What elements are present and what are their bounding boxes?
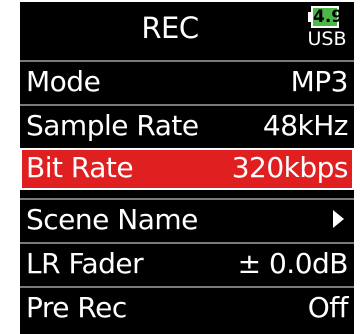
menu-item-sample-rate[interactable]: Sample Rate 48kHz xyxy=(20,104,354,144)
header: REC 4.9 USB xyxy=(20,2,354,60)
menu-item-label: LR Fader xyxy=(26,247,144,280)
menu-item-value: ± 0.0dB xyxy=(237,247,349,280)
page-title: REC xyxy=(141,11,199,45)
menu-item-label: Sample Rate xyxy=(26,109,199,142)
menu-item-lr-fader[interactable]: LR Fader ± 0.0dB xyxy=(20,242,354,282)
menu-item-value: 320kbps xyxy=(231,151,349,184)
menu-item-pre-rec[interactable]: Pre Rec Off xyxy=(20,286,354,326)
recorder-screen: REC 4.9 USB Mode MP3 Sample Rate 48kHz B… xyxy=(20,2,354,334)
menu-item-label: Pre Rec xyxy=(26,291,127,324)
menu-item-label: Scene Name xyxy=(26,203,198,236)
battery-level: 4.9 xyxy=(311,6,344,28)
power-source-label: USB xyxy=(307,28,347,50)
menu-item-mode[interactable]: Mode MP3 xyxy=(20,60,354,100)
menu-item-label: Bit Rate xyxy=(26,151,134,184)
menu-item-value: Off xyxy=(307,291,349,324)
menu-item-label: Mode xyxy=(26,65,101,98)
menu-item-scene-name[interactable]: Scene Name xyxy=(20,198,354,238)
battery-indicator: 4.9 USB xyxy=(307,6,347,52)
chevron-right-icon xyxy=(333,210,344,228)
menu-item-bit-rate[interactable]: Bit Rate 320kbps xyxy=(20,148,354,190)
menu-item-value: 48kHz xyxy=(262,109,349,142)
menu-item-value: MP3 xyxy=(290,65,349,98)
